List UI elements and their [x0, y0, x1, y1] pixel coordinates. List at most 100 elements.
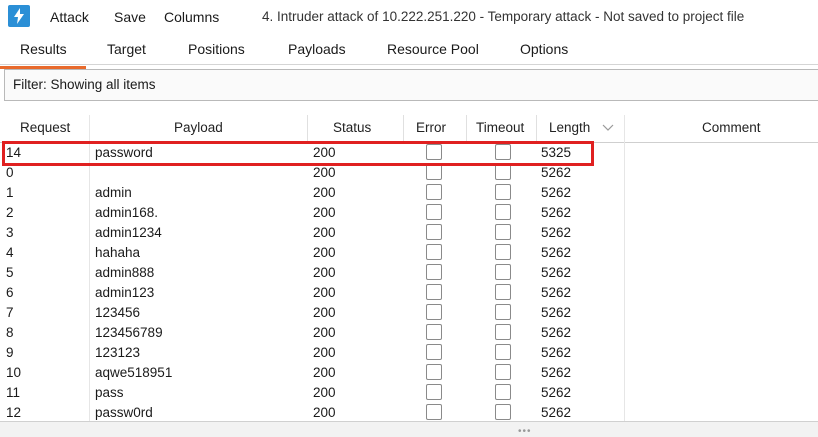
table-header: Request Payload Status Error Timeout Len…: [0, 115, 818, 143]
error-checkbox: [426, 324, 442, 340]
cell-payload: pass: [95, 385, 124, 400]
cell-length: 5262: [541, 225, 572, 240]
lightning-icon: [8, 5, 30, 27]
tab-positions[interactable]: Positions: [188, 41, 245, 57]
column-header-length[interactable]: Length: [549, 120, 590, 135]
error-checkbox: [426, 164, 442, 180]
table-row[interactable]: 12 passw0rd 200 5262: [0, 403, 818, 421]
tab-resource-pool[interactable]: Resource Pool: [387, 41, 479, 57]
column-header-status[interactable]: Status: [333, 120, 371, 135]
results-table: Request Payload Status Error Timeout Len…: [0, 115, 818, 421]
timeout-checkbox: [495, 184, 511, 200]
cell-request: 4: [6, 245, 14, 260]
table-row[interactable]: 2 admin168. 200 5262: [0, 203, 818, 223]
cell-status: 200: [313, 325, 336, 340]
cell-length: 5262: [541, 305, 572, 320]
column-header-payload[interactable]: Payload: [174, 120, 223, 135]
table-row[interactable]: 11 pass 200 5262: [0, 383, 818, 403]
cell-status: 200: [313, 365, 336, 380]
cell-length: 5262: [541, 205, 572, 220]
cell-status: 200: [313, 165, 336, 180]
error-checkbox: [426, 244, 442, 260]
cell-status: 200: [313, 145, 336, 160]
table-row[interactable]: 4 hahaha 200 5262: [0, 243, 818, 263]
cell-length: 5262: [541, 325, 572, 340]
cell-status: 200: [313, 245, 336, 260]
timeout-checkbox: [495, 144, 511, 160]
tab-target[interactable]: Target: [107, 41, 146, 57]
error-checkbox: [426, 144, 442, 160]
timeout-checkbox: [495, 264, 511, 280]
timeout-checkbox: [495, 344, 511, 360]
timeout-checkbox: [495, 364, 511, 380]
column-header-error[interactable]: Error: [416, 120, 446, 135]
column-separator[interactable]: [403, 115, 404, 142]
cell-status: 200: [313, 185, 336, 200]
cell-payload: aqwe518951: [95, 365, 173, 380]
timeout-checkbox: [495, 284, 511, 300]
column-separator[interactable]: [307, 115, 308, 142]
cell-status: 200: [313, 345, 336, 360]
timeout-checkbox: [495, 384, 511, 400]
chevron-down-icon[interactable]: [602, 123, 614, 133]
cell-length: 5262: [541, 185, 572, 200]
column-header-comment[interactable]: Comment: [702, 120, 761, 135]
cell-length: 5262: [541, 345, 572, 360]
cell-payload: admin123: [95, 285, 155, 300]
error-checkbox: [426, 344, 442, 360]
timeout-checkbox: [495, 224, 511, 240]
cell-status: 200: [313, 285, 336, 300]
cell-payload: 123456: [95, 305, 141, 320]
table-row[interactable]: 7 123456 200 5262: [0, 303, 818, 323]
table-row[interactable]: 1 admin 200 5262: [0, 183, 818, 203]
cell-status: 200: [313, 305, 336, 320]
cell-request: 7: [6, 305, 14, 320]
column-header-request[interactable]: Request: [20, 120, 70, 135]
cell-request: 3: [6, 225, 14, 240]
column-separator[interactable]: [466, 115, 467, 142]
menu-save[interactable]: Save: [114, 9, 146, 25]
table-row[interactable]: 6 admin123 200 5262: [0, 283, 818, 303]
cell-payload: admin888: [95, 265, 155, 280]
cell-request: 0: [6, 165, 14, 180]
filter-bar[interactable]: Filter: Showing all items: [4, 69, 818, 101]
timeout-checkbox: [495, 164, 511, 180]
cell-length: 5262: [541, 365, 572, 380]
tab-payloads[interactable]: Payloads: [288, 41, 346, 57]
grip-icon: •••: [518, 426, 532, 437]
cell-request: 10: [6, 365, 22, 380]
column-separator[interactable]: [536, 115, 537, 142]
tab-options[interactable]: Options: [520, 41, 568, 57]
table-row[interactable]: 0 200 5262: [0, 163, 818, 183]
cell-payload: admin: [95, 185, 132, 200]
timeout-checkbox: [495, 324, 511, 340]
cell-payload: admin1234: [95, 225, 162, 240]
table-row[interactable]: 5 admin888 200 5262: [0, 263, 818, 283]
cell-request: 9: [6, 345, 14, 360]
cell-request: 11: [6, 385, 21, 400]
bottom-splitter[interactable]: •••: [0, 421, 818, 437]
cell-payload: passw0rd: [95, 405, 153, 420]
menu-columns[interactable]: Columns: [164, 9, 219, 25]
cell-request: 12: [6, 405, 22, 420]
cell-request: 5: [6, 265, 14, 280]
cell-request: 14: [6, 145, 22, 160]
error-checkbox: [426, 184, 442, 200]
cell-request: 1: [6, 185, 14, 200]
table-row[interactable]: 10 aqwe518951 200 5262: [0, 363, 818, 383]
filter-label: Filter: Showing all items: [13, 77, 156, 92]
table-row[interactable]: 9 123123 200 5262: [0, 343, 818, 363]
cell-length: 5262: [541, 385, 572, 400]
error-checkbox: [426, 404, 442, 420]
tab-bar: Results Target Positions Payloads Resour…: [0, 36, 818, 69]
table-row[interactable]: 8 123456789 200 5262: [0, 323, 818, 343]
menu-bar: Attack Save Columns 4. Intruder attack o…: [0, 0, 818, 34]
table-row[interactable]: 14 password 200 5325: [0, 143, 818, 163]
column-header-timeout[interactable]: Timeout: [476, 120, 524, 135]
table-row[interactable]: 3 admin1234 200 5262: [0, 223, 818, 243]
menu-attack[interactable]: Attack: [50, 9, 89, 25]
cell-status: 200: [313, 385, 336, 400]
cell-request: 6: [6, 285, 14, 300]
cell-length: 5262: [541, 265, 572, 280]
tab-results[interactable]: Results: [20, 41, 67, 57]
